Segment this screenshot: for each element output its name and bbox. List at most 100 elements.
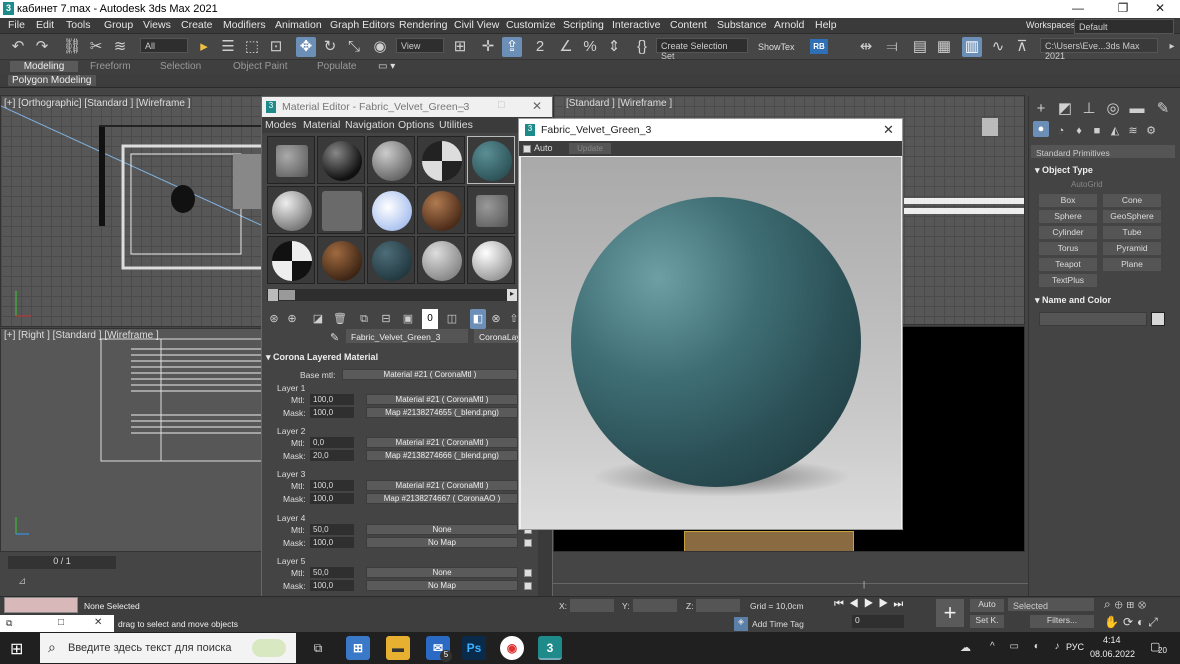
- scale-icon[interactable]: ⤡: [344, 37, 364, 57]
- sample-slot-active[interactable]: [467, 136, 515, 184]
- display-tab-icon[interactable]: ▬: [1127, 99, 1147, 119]
- playback-controls[interactable]: ⏮◀▶▶⏭: [834, 598, 908, 611]
- layer-mtl-button[interactable]: None: [366, 524, 518, 535]
- viewport-top-left[interactable]: [+] [Orthographic] [Standard ] [Wirefram…: [0, 95, 262, 327]
- motion-tab-icon[interactable]: ◎: [1103, 99, 1123, 119]
- me-menu-navigation[interactable]: Navigation: [345, 119, 395, 131]
- viewport-bottom-left[interactable]: [+] [Right ] [Standard ] [Wireframe ]: [0, 328, 262, 552]
- sample-slot[interactable]: [267, 186, 315, 234]
- layer-mask-spinner[interactable]: 100,0: [310, 407, 354, 418]
- show-map-icon[interactable]: ◫: [444, 309, 460, 329]
- keyboard-shortcut-icon[interactable]: ⇪: [502, 37, 522, 57]
- snaps-toggle-icon[interactable]: 2: [530, 37, 550, 57]
- layer-mtl-spinner[interactable]: 0,0: [310, 437, 354, 448]
- move-icon[interactable]: ✥: [296, 37, 316, 57]
- menu-civil-view[interactable]: Civil View: [454, 19, 499, 31]
- z-coord-input[interactable]: [696, 599, 740, 612]
- layer-mask-checkbox[interactable]: [524, 582, 532, 590]
- layer-mask-button[interactable]: Map #2138274655 (_blend.png): [366, 407, 518, 418]
- me-maximize-button[interactable]: □: [498, 99, 505, 111]
- clock-time[interactable]: 4:14: [1103, 635, 1121, 645]
- spacewarps-icon[interactable]: ≋: [1123, 121, 1143, 141]
- taskbar-search-box[interactable]: ⌕ Введите здесь текст для поиска: [40, 633, 296, 663]
- align-icon[interactable]: ⫤: [882, 37, 902, 57]
- menu-rendering[interactable]: Rendering: [399, 19, 447, 31]
- sample-slot[interactable]: [467, 236, 515, 284]
- undo-icon[interactable]: ↶: [8, 37, 28, 57]
- layer-mtl-spinner[interactable]: 50,0: [310, 524, 354, 535]
- window-crossing-icon[interactable]: ⊡: [266, 37, 286, 57]
- clock-date[interactable]: 08.06.2022: [1090, 649, 1135, 659]
- utilities-tab-icon[interactable]: ✎: [1153, 99, 1173, 119]
- tab-populate[interactable]: Populate: [317, 61, 356, 72]
- box-button[interactable]: Box: [1039, 194, 1097, 207]
- toggle-ribbon-icon[interactable]: ▥: [962, 37, 982, 57]
- slots-scrollbar[interactable]: ▸: [267, 289, 517, 301]
- render-setup-icon[interactable]: ⊼: [1012, 37, 1032, 57]
- hierarchy-tab-icon[interactable]: ⊥: [1079, 99, 1099, 119]
- tab-selection[interactable]: Selection: [160, 61, 201, 72]
- maxscript-listener[interactable]: [4, 597, 78, 613]
- name-color-rollout[interactable]: ▾ Name and Color: [1035, 295, 1111, 306]
- menu-animation[interactable]: Animation: [275, 19, 322, 31]
- lights-icon[interactable]: ♦: [1069, 121, 1089, 141]
- menu-views[interactable]: Views: [143, 19, 171, 31]
- show-shaded-icon[interactable]: ◧: [470, 309, 486, 329]
- rb-button[interactable]: RB: [810, 39, 828, 54]
- windows-start-icon[interactable]: ⊞: [10, 639, 23, 659]
- timeline-track[interactable]: |: [553, 553, 1028, 596]
- y-coord-input[interactable]: [633, 599, 677, 612]
- select-by-name-icon[interactable]: ☰: [218, 37, 238, 57]
- toolbar-more-icon[interactable]: ▸: [1162, 37, 1180, 57]
- object-name-input[interactable]: [1039, 312, 1147, 326]
- material-id-icon[interactable]: 0: [422, 309, 438, 329]
- add-time-tag[interactable]: Add Time Tag: [752, 619, 804, 629]
- put-to-library-icon[interactable]: ▣: [400, 309, 416, 329]
- layer-mask-button[interactable]: Map #2138274666 (_blend.png): [366, 450, 518, 461]
- sample-slot[interactable]: [417, 136, 465, 184]
- layer-mtl-spinner[interactable]: 50,0: [310, 567, 354, 578]
- preview-close-button[interactable]: ✕: [883, 122, 894, 138]
- autogrid-checkbox[interactable]: AutoGrid: [1071, 180, 1103, 189]
- menu-file[interactable]: File: [8, 19, 25, 31]
- maximize-button[interactable]: ❐: [1103, 1, 1143, 15]
- key-filter-dropdown[interactable]: Selected: [1008, 598, 1094, 611]
- task-view-icon[interactable]: ⧉: [306, 636, 330, 660]
- 3dsmax-taskbar-icon[interactable]: 3: [538, 636, 562, 660]
- close-button[interactable]: ✕: [1140, 1, 1180, 15]
- layer-mtl-checkbox[interactable]: [524, 569, 532, 577]
- menu-create[interactable]: Create: [181, 19, 213, 31]
- pivot-icon[interactable]: ⊞: [450, 37, 470, 57]
- place-icon[interactable]: ◉: [370, 37, 390, 57]
- layer-mtl-button[interactable]: Material #21 ( CoronaMtl ): [366, 394, 518, 405]
- layer-mtl-spinner[interactable]: 100,0: [310, 480, 354, 491]
- helpers-icon[interactable]: ◭: [1105, 121, 1125, 141]
- copy-material-icon[interactable]: ⧉: [356, 309, 372, 329]
- shapes-icon[interactable]: ◔: [1051, 121, 1071, 141]
- floating-mini-window[interactable]: ⧉ □ ✕: [0, 615, 114, 633]
- put-to-scene-icon[interactable]: ⊕: [284, 309, 300, 329]
- scene-explorer-icon[interactable]: ▦: [934, 37, 954, 57]
- redo-icon[interactable]: ↷: [32, 37, 52, 57]
- unlink-icon[interactable]: ✂: [86, 37, 106, 57]
- sample-slot[interactable]: [317, 186, 365, 234]
- layer-mask-button[interactable]: No Map: [366, 580, 518, 591]
- link-icon[interactable]: ⛓: [62, 37, 82, 57]
- viewport-nav-icons[interactable]: ⌕⊕⊞⊗: [1104, 597, 1150, 612]
- sample-slot[interactable]: [367, 236, 415, 284]
- viewport-nav-icons-2[interactable]: ✋⟳◐⤢: [1104, 615, 1162, 630]
- menu-edit[interactable]: Edit: [36, 19, 54, 31]
- tab-modeling[interactable]: Modeling: [10, 61, 78, 72]
- menu-content[interactable]: Content: [670, 19, 707, 31]
- material-editor-titlebar[interactable]: 3 Material Editor - Fabric_Velvet_Green_…: [262, 97, 552, 117]
- workspaces-dropdown[interactable]: Default: [1074, 19, 1174, 34]
- update-button[interactable]: Update: [569, 143, 611, 154]
- cameras-icon[interactable]: ■: [1087, 121, 1107, 141]
- edit-named-sets-icon[interactable]: {}: [632, 37, 652, 57]
- layer-mtl-button[interactable]: None: [366, 567, 518, 578]
- layer-mask-spinner[interactable]: 100,0: [310, 537, 354, 548]
- cone-button[interactable]: Cone: [1103, 194, 1161, 207]
- menu-help[interactable]: Help: [815, 19, 837, 31]
- layer-explorer-icon[interactable]: ▤: [910, 37, 930, 57]
- assign-material-icon[interactable]: ◪: [310, 309, 326, 329]
